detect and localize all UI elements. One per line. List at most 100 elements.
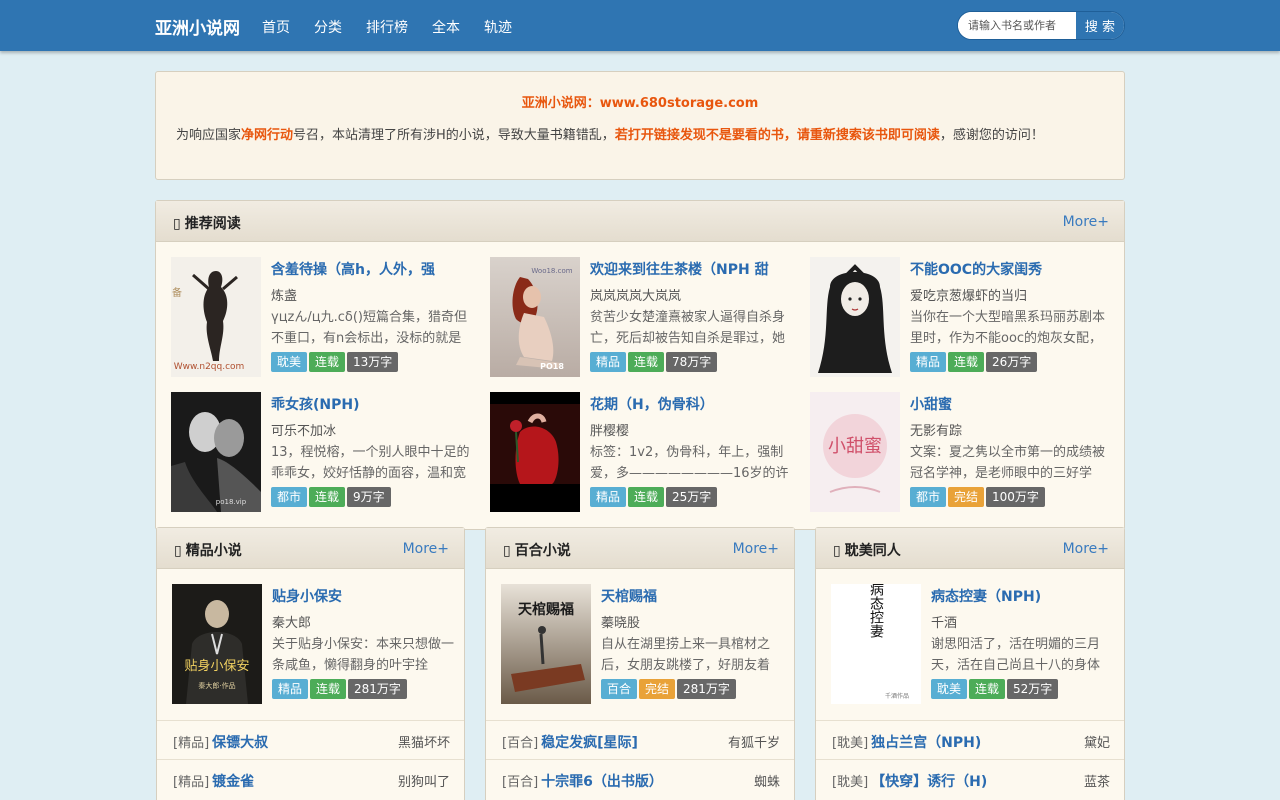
genre-tag[interactable]: 百合 — [601, 679, 638, 699]
book-cover[interactable]: 贴身小保安 秦大郎·作品 — [172, 584, 262, 704]
nav-history[interactable]: 轨迹 — [484, 17, 512, 37]
book-title[interactable]: 花期（H，伪骨科） — [590, 394, 785, 414]
book-card[interactable]: 小甜蜜 小甜蜜 无影有踪 文案：夏之隽以全市第一的成绩被冠名学神，是老师眼中的三… — [810, 392, 1110, 512]
wordcount-tag: 281万字 — [677, 679, 736, 699]
notice-highlight: 若打开链接发现不是要看的书，请重新搜索该书即可阅读 — [614, 128, 940, 143]
book-cover[interactable]: po18.vip — [171, 392, 261, 512]
book-tags: 精品 连载 26万字 — [910, 352, 1039, 372]
recommend-panel: ▯ 推荐阅读 More+ 备 Www.n2qq.com 含羞待操（高h，人外，强 … — [155, 200, 1125, 530]
search-button[interactable]: 搜 索 — [1076, 12, 1124, 39]
featured-book[interactable]: 天棺赐福 天棺赐福 蓁晓股 自从在湖里捞上来一具棺材之后，女朋友跳楼了，好朋友着… — [501, 584, 791, 704]
book-cover[interactable]: 病态控妻 千酒作品 — [831, 584, 921, 704]
book-author[interactable]: 无影有踪 — [910, 420, 1105, 439]
list-author[interactable]: 黑猫坏坏 — [398, 732, 450, 751]
more-link[interactable]: More+ — [733, 541, 779, 557]
list-item[interactable]: [精品] 镀金雀 别狗叫了 — [157, 759, 464, 798]
book-title[interactable]: 贴身小保安 — [272, 586, 467, 606]
book-title[interactable]: 含羞待操（高h，人外，强 — [271, 259, 466, 279]
book-title[interactable]: 天棺赐福 — [601, 586, 796, 606]
list-author[interactable]: 蜘蛛 — [754, 771, 780, 790]
category-label: [百合] — [502, 775, 539, 790]
nav-ranking[interactable]: 排行榜 — [366, 17, 408, 37]
genre-tag[interactable]: 精品 — [590, 352, 627, 372]
book-tags: 精品 连载 25万字 — [590, 487, 719, 507]
book-desc: үцzん/ц九.cδ()短篇合集，猎奇但不重口，有n会标出，没标的就是 — [271, 310, 467, 346]
wordcount-tag: 78万字 — [666, 352, 718, 372]
book-author[interactable]: 可乐不加冰 — [271, 420, 466, 439]
book-card[interactable]: po18.vip 乖女孩(NPH) 可乐不加冰 13，程悦榕，一个别人眼中十足的… — [171, 392, 471, 512]
genre-tag[interactable]: 精品 — [272, 679, 309, 699]
list-author[interactable]: 别狗叫了 — [398, 771, 450, 790]
book-title[interactable]: 小甜蜜 — [910, 394, 1105, 414]
wordcount-tag: 9万字 — [347, 487, 391, 507]
list-book-title[interactable]: 镀金雀 — [212, 774, 254, 790]
list-author[interactable]: 蓝茶 — [1084, 771, 1110, 790]
list-item[interactable]: [耽美] 独占兰宫（NPH) 黛妃 — [816, 720, 1124, 759]
book-cover[interactable]: 备 Www.n2qq.com — [171, 257, 261, 377]
list-book-title[interactable]: 稳定发疯[星际] — [541, 735, 638, 751]
book-desc: 当你在一个大型暗黑系玛丽苏剧本里时，作为不能ooc的炮灰女配， — [910, 310, 1106, 346]
book-cover[interactable]: Woo18.com PO18 — [490, 257, 580, 377]
list-item[interactable]: [百合] 稳定发疯[星际] 有狐千岁 — [486, 720, 794, 759]
panel-title: ▯ 推荐阅读 — [173, 213, 241, 233]
cover-url: Www.n2qq.com — [174, 362, 245, 372]
nav-completed[interactable]: 全本 — [432, 17, 460, 37]
book-cover[interactable] — [810, 257, 900, 377]
book-card[interactable]: 花期（H，伪骨科） 胖樱樱 标签：1v2，伪骨科，年上，强制爱，多———————… — [490, 392, 790, 512]
book-desc: 标签：1v2，伪骨科，年上，强制爱，多————————16岁的许 — [590, 445, 789, 481]
featured-book[interactable]: 贴身小保安 秦大郎·作品 贴身小保安 秦大郎 关于贴身小保安：本来只想做一条咸鱼… — [172, 584, 462, 704]
book-title[interactable]: 不能OOC的大家闺秀 — [910, 259, 1105, 279]
category-label: [精品] — [173, 736, 210, 751]
more-link[interactable]: More+ — [1063, 214, 1109, 230]
book-author[interactable]: 岚岚岚岚大岚岚 — [590, 285, 785, 304]
book-author[interactable]: 千酒 — [931, 612, 1126, 631]
book-card[interactable]: Woo18.com PO18 欢迎来到往生茶楼（NPH 甜 岚岚岚岚大岚岚 贫苦… — [490, 257, 790, 377]
list-category: [百合] 十宗罪6（出书版） — [502, 771, 663, 791]
list-author[interactable]: 有狐千岁 — [728, 732, 780, 751]
book-title[interactable]: 欢迎来到往生茶楼（NPH 甜 — [590, 259, 785, 279]
book-card[interactable]: 备 Www.n2qq.com 含羞待操（高h，人外，强 炼盏 үцzん/ц九.c… — [171, 257, 471, 377]
list-book-title[interactable]: 十宗罪6（出书版） — [541, 774, 663, 790]
wordcount-tag: 13万字 — [347, 352, 399, 372]
nav-home[interactable]: 首页 — [262, 17, 290, 37]
notice-title: 亚洲小说网：www.680storage.com — [521, 96, 759, 111]
status-tag: 连载 — [969, 679, 1006, 699]
book-tags: 精品 连载 78万字 — [590, 352, 719, 372]
book-cover[interactable]: 小甜蜜 — [810, 392, 900, 512]
site-logo[interactable]: 亚洲小说网 — [155, 14, 240, 39]
list-item[interactable]: [百合] 十宗罪6（出书版） 蜘蛛 — [486, 759, 794, 798]
category-label: [耽美] — [832, 775, 869, 790]
panel-header: ▯ 推荐阅读 More+ — [156, 201, 1124, 242]
genre-tag[interactable]: 耽美 — [271, 352, 308, 372]
list-book-title[interactable]: 保镖大叔 — [212, 735, 268, 751]
list-category: [精品] 保镖大叔 — [173, 732, 268, 752]
more-link[interactable]: More+ — [1063, 541, 1109, 557]
list-author[interactable]: 黛妃 — [1084, 732, 1110, 751]
nav-category[interactable]: 分类 — [314, 17, 342, 37]
genre-tag[interactable]: 都市 — [910, 487, 947, 507]
genre-tag[interactable]: 精品 — [590, 487, 627, 507]
genre-tag[interactable]: 精品 — [910, 352, 947, 372]
category-label: [百合] — [502, 736, 539, 751]
book-author[interactable]: 爱吃京葱爆虾的当归 — [910, 285, 1105, 304]
featured-book[interactable]: 病态控妻 千酒作品 病态控妻（NPH) 千酒 谢思阳活了，活在明媚的三月天，活在… — [831, 584, 1121, 704]
book-cover[interactable] — [490, 392, 580, 512]
genre-tag[interactable]: 都市 — [271, 487, 308, 507]
list-book-title[interactable]: 独占兰宫（NPH) — [871, 735, 981, 751]
more-link[interactable]: More+ — [403, 541, 449, 557]
book-author[interactable]: 胖樱樱 — [590, 420, 785, 439]
book-title[interactable]: 乖女孩(NPH) — [271, 394, 466, 414]
list-item[interactable]: [耽美] 【快穿】诱行（H) 蓝茶 — [816, 759, 1124, 798]
genre-tag[interactable]: 耽美 — [931, 679, 968, 699]
list-category: [百合] 稳定发疯[星际] — [502, 732, 638, 752]
book-title[interactable]: 病态控妻（NPH) — [931, 586, 1126, 606]
book-author[interactable]: 蓁晓股 — [601, 612, 796, 631]
book-author[interactable]: 秦大郎 — [272, 612, 467, 631]
book-card[interactable]: 不能OOC的大家闺秀 爱吃京葱爆虾的当归 当你在一个大型暗黑系玛丽苏剧本里时，作… — [810, 257, 1110, 377]
book-author[interactable]: 炼盏 — [271, 285, 466, 304]
search-input[interactable] — [958, 12, 1076, 39]
list-item[interactable]: [精品] 保镖大叔 黑猫坏坏 — [157, 720, 464, 759]
book-cover[interactable]: 天棺赐福 — [501, 584, 591, 704]
wordcount-tag: 52万字 — [1007, 679, 1059, 699]
list-book-title[interactable]: 【快穿】诱行（H) — [871, 774, 987, 790]
